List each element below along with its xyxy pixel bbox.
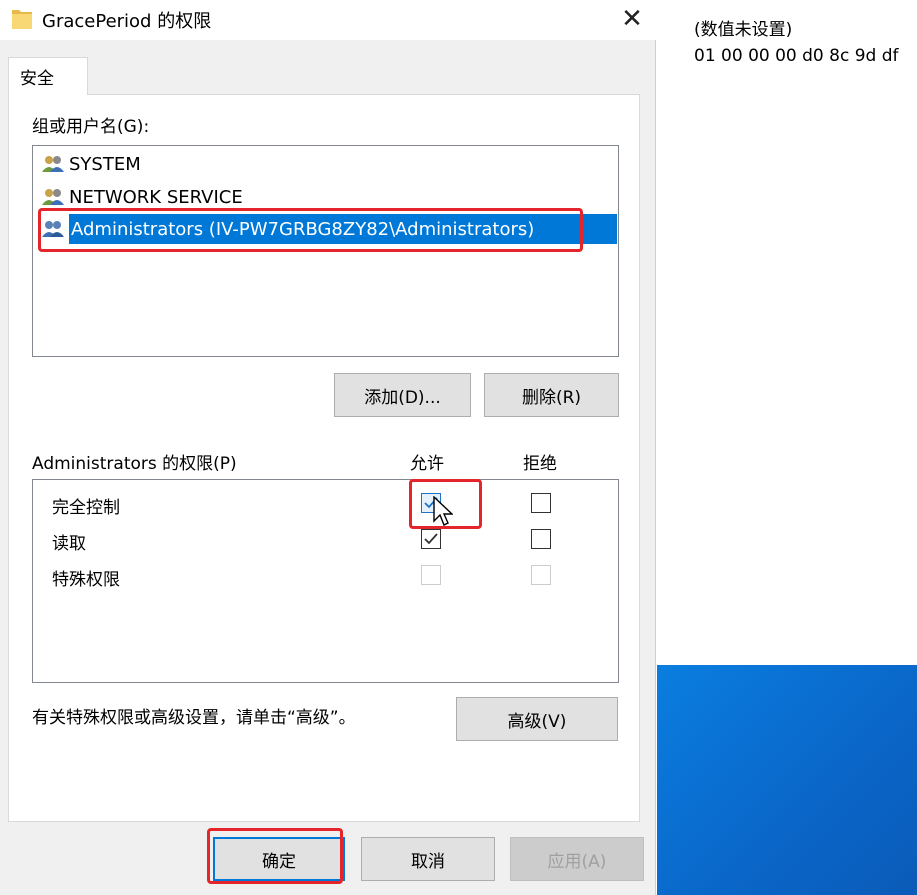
add-button[interactable]: 添加(D)... bbox=[334, 373, 471, 417]
groups-label: 组或用户名(G): bbox=[32, 117, 150, 137]
check-icon bbox=[424, 533, 438, 545]
deny-header: 拒绝 bbox=[523, 454, 557, 474]
deny-special-checkbox bbox=[531, 565, 551, 585]
list-item[interactable]: NETWORK SERVICE bbox=[41, 183, 243, 211]
permissions-label: Administrators 的权限(P) bbox=[32, 454, 237, 474]
desktop-background bbox=[657, 665, 917, 895]
folder-icon bbox=[12, 10, 32, 29]
title-bar: GracePeriod 的权限 ✕ bbox=[0, 0, 656, 40]
permission-name: 特殊权限 bbox=[52, 570, 120, 590]
permission-name: 读取 bbox=[52, 534, 86, 554]
remove-button[interactable]: 删除(R) bbox=[484, 373, 619, 417]
list-item[interactable]: SYSTEM bbox=[41, 150, 141, 178]
mouse-cursor-icon bbox=[433, 496, 453, 526]
tab-security[interactable]: 安全 bbox=[8, 57, 88, 95]
registry-value-pane bbox=[657, 0, 917, 665]
allow-read-checkbox[interactable] bbox=[421, 529, 441, 549]
deny-read-checkbox[interactable] bbox=[531, 529, 551, 549]
hex-value-text: 01 00 00 00 d0 8c 9d df bbox=[694, 46, 899, 66]
close-icon: ✕ bbox=[621, 4, 643, 34]
allow-header: 允许 bbox=[410, 454, 444, 474]
cancel-button[interactable]: 取消 bbox=[361, 837, 495, 881]
users-listbox[interactable]: SYSTEM NETWORK SERVICE Administrators (I… bbox=[32, 145, 619, 357]
dialog-title: GracePeriod 的权限 bbox=[42, 11, 212, 32]
ok-button[interactable]: 确定 bbox=[213, 837, 345, 881]
value-not-set-text: (数值未设置) bbox=[694, 20, 793, 40]
advanced-hint: 有关特殊权限或高级设置，请单击“高级”。 bbox=[32, 708, 356, 728]
close-button[interactable]: ✕ bbox=[612, 0, 652, 38]
permissions-dialog: GracePeriod 的权限 ✕ 安全 组或用户名(G): SYSTEM NE… bbox=[0, 0, 656, 895]
advanced-button[interactable]: 高级(V) bbox=[456, 697, 618, 741]
users-icon bbox=[42, 221, 64, 237]
list-item-selected[interactable]: Administrators (IV-PW7GRBG8ZY82\Administ… bbox=[41, 214, 617, 244]
apply-button[interactable]: 应用(A) bbox=[510, 837, 644, 881]
tab-security-label: 安全 bbox=[20, 69, 54, 89]
users-icon bbox=[42, 189, 64, 205]
user-name: NETWORK SERVICE bbox=[69, 186, 243, 208]
users-icon bbox=[42, 156, 64, 172]
user-name: SYSTEM bbox=[69, 153, 141, 175]
deny-full-control-checkbox[interactable] bbox=[531, 493, 551, 513]
permission-name: 完全控制 bbox=[52, 498, 120, 518]
allow-special-checkbox bbox=[421, 565, 441, 585]
user-name: Administrators (IV-PW7GRBG8ZY82\Administ… bbox=[69, 214, 617, 244]
